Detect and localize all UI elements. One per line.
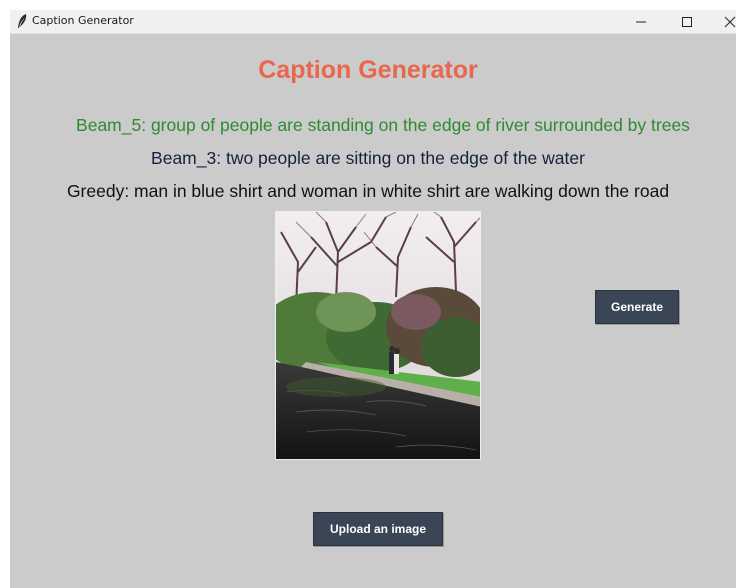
uploaded-image — [275, 211, 481, 460]
maximize-icon — [682, 17, 692, 27]
generate-button[interactable]: Generate — [595, 290, 679, 324]
close-icon — [724, 16, 736, 28]
beam3-caption: Beam_3: two people are sitting on the ed… — [151, 148, 585, 168]
upload-image-button[interactable]: Upload an image — [313, 512, 443, 546]
maximize-button[interactable] — [666, 10, 708, 33]
beam5-caption: Beam_5: group of people are standing on … — [76, 115, 690, 135]
title-bar[interactable]: Caption Generator — [10, 10, 736, 34]
minimize-icon — [636, 21, 646, 23]
minimize-button[interactable] — [620, 10, 662, 33]
feather-icon — [18, 14, 27, 28]
close-button[interactable] — [712, 10, 736, 33]
greedy-caption: Greedy: man in blue shirt and woman in w… — [66, 181, 670, 201]
window-title: Caption Generator — [32, 14, 134, 27]
page-title: Caption Generator — [258, 56, 478, 84]
park-river-photo — [276, 212, 480, 459]
